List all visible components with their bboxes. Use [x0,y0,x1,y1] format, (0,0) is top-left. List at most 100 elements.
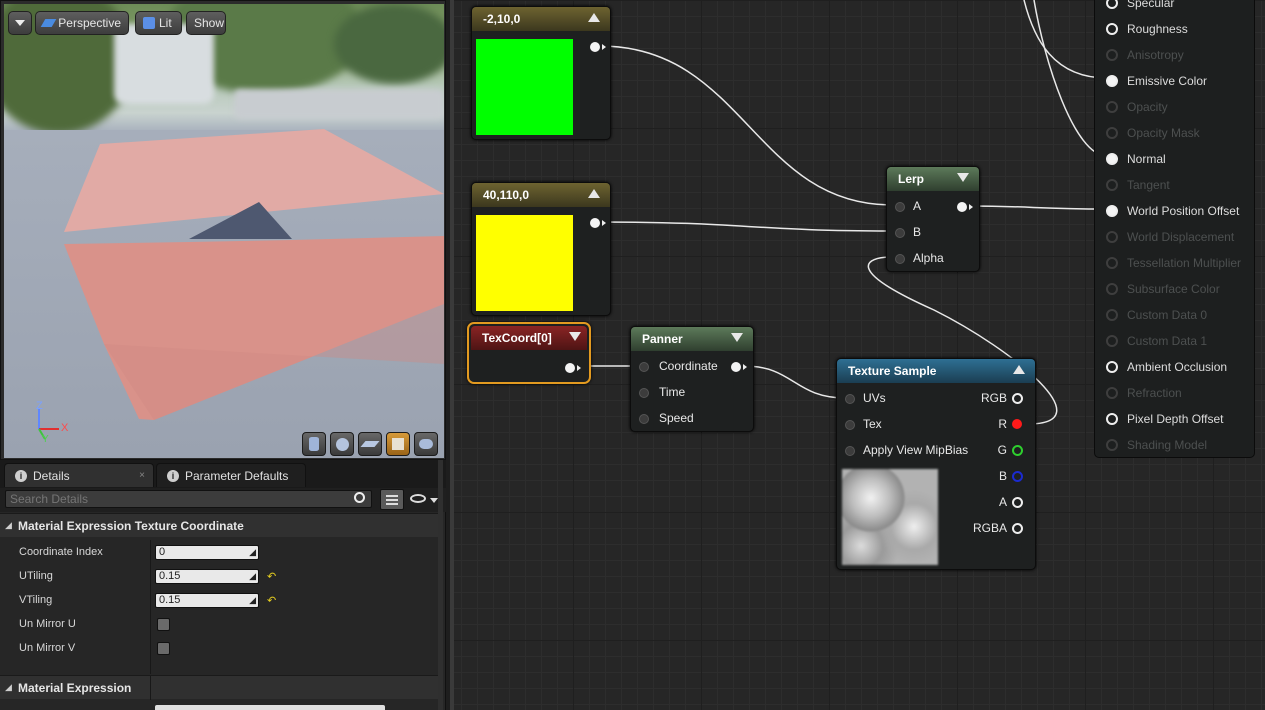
input-pin-mipbias[interactable] [845,446,855,456]
pin-icon[interactable] [1106,413,1118,425]
reset-to-default-icon[interactable]: ↶ [267,570,276,583]
lit-button[interactable]: Lit [135,11,182,35]
pin-icon[interactable] [1106,439,1118,451]
pin-icon[interactable] [1106,101,1118,113]
result-pin-world-displacement[interactable]: World Displacement [1106,229,1234,245]
input-pin-tex[interactable] [845,420,855,430]
chevron-down-icon[interactable] [430,498,438,503]
un-mirror-u-checkbox[interactable] [157,617,170,631]
panner-node[interactable]: Panner Coordinate Time Speed [630,326,754,432]
node-header[interactable]: -2,10,0 [472,7,610,31]
lerp-node[interactable]: Lerp A B Alpha [886,166,980,272]
pin-icon[interactable] [1106,283,1118,295]
desc-field[interactable] [155,705,385,710]
reset-to-default-icon[interactable]: ↶ [267,594,276,607]
input-pin-coordinate[interactable] [639,362,649,372]
output-pin[interactable] [590,218,600,228]
output-pin[interactable] [731,362,741,372]
input-pin-a[interactable] [895,202,905,212]
property-matrix-button[interactable] [380,489,404,510]
collapse-arrow-icon[interactable] [957,173,969,182]
result-pin-opacity-mask[interactable]: Opacity Mask [1106,125,1200,141]
input-pin-speed[interactable] [639,414,649,424]
input-pin-b[interactable] [895,228,905,238]
result-pin-anisotropy[interactable]: Anisotropy [1106,47,1184,63]
pin-icon[interactable] [1106,335,1118,347]
constant3-node-green[interactable]: -2,10,0 [471,6,611,140]
result-pin-specular[interactable]: Specular [1106,0,1174,11]
input-pin-time[interactable] [639,388,649,398]
show-button[interactable]: Show [186,11,226,35]
category-material-expression[interactable]: ◢ Material Expression [0,675,442,700]
pin-icon[interactable] [1106,231,1118,243]
output-pin-rgba[interactable] [1012,523,1023,534]
result-pin-ambient-occlusion[interactable]: Ambient Occlusion [1106,359,1227,375]
node-header[interactable]: Texture Sample [837,359,1035,383]
node-header[interactable]: 40,110,0 [472,183,610,207]
result-pin-roughness[interactable]: Roughness [1106,21,1188,37]
output-pin-g[interactable] [1012,445,1023,456]
result-pin-tessellation-multiplier[interactable]: Tessellation Multiplier [1106,255,1241,271]
output-pin[interactable] [565,363,575,373]
pin-icon[interactable] [1106,0,1118,9]
coordinate-index-field[interactable]: 0 ◢ [155,544,259,560]
viewport-options-button[interactable] [8,11,32,35]
texcoord-node[interactable]: TexCoord[0] [467,322,591,384]
scrollbar[interactable] [438,460,443,710]
node-header[interactable]: TexCoord[0] [471,326,587,350]
vtiling-field[interactable]: 0.15 ◢ [155,592,259,608]
search-icon[interactable] [354,492,365,503]
pin-icon[interactable] [1106,257,1118,269]
output-pin-b[interactable] [1012,471,1023,482]
search-details-input[interactable] [5,490,372,508]
result-pin-world-position-offset[interactable]: World Position Offset [1106,203,1239,219]
eye-icon[interactable] [410,494,426,503]
result-pin-normal[interactable]: Normal [1106,151,1166,167]
pin-icon[interactable] [1106,179,1118,191]
pin-icon[interactable] [1106,127,1118,139]
collapse-arrow-icon[interactable] [1013,365,1025,374]
result-pin-opacity[interactable]: Opacity [1106,99,1168,115]
pin-icon[interactable] [1106,387,1118,399]
close-icon[interactable]: × [139,470,145,481]
utiling-field[interactable]: 0.15 ◢ [155,568,259,584]
preview-mesh-button[interactable] [414,432,438,456]
preview-cylinder-button[interactable] [302,432,326,456]
collapse-arrow-icon[interactable] [588,13,600,22]
pin-icon[interactable] [1106,49,1118,61]
preview-cube-button[interactable] [386,432,410,456]
result-pin-refraction[interactable]: Refraction [1106,385,1182,401]
texture-sample-node[interactable]: Texture Sample UVs Tex Apply View MipBia… [836,358,1036,570]
preview-plane-button[interactable] [358,432,382,456]
node-header[interactable]: Lerp [887,167,979,191]
result-pin-custom-data-1[interactable]: Custom Data 1 [1106,333,1207,349]
perspective-button[interactable]: Perspective [35,11,129,35]
output-pin[interactable] [957,202,967,212]
category-texture-coordinate[interactable]: ◢ Material Expression Texture Coordinate [0,513,442,537]
result-pin-subsurface-color[interactable]: Subsurface Color [1106,281,1220,297]
pin-icon[interactable] [1106,23,1118,35]
preview-viewport[interactable]: Perspective Lit Show Z X Y [0,0,446,460]
material-result-node[interactable]: Specular Roughness Anisotropy Emissive Colo… [1094,0,1255,458]
preview-sphere-button[interactable] [330,432,354,456]
tab-parameter-defaults[interactable]: i Parameter Defaults [156,463,306,487]
result-pin-tangent[interactable]: Tangent [1106,177,1170,193]
pin-icon[interactable] [1106,153,1118,165]
collapse-arrow-icon[interactable] [569,332,581,341]
constant3-node-yellow[interactable]: 40,110,0 [471,182,611,316]
viewport-scene[interactable]: Perspective Lit Show Z X Y [4,4,444,458]
material-graph[interactable]: -2,10,0 40,110,0 TexCoord[0] Panner Coor… [450,0,1265,710]
collapse-arrow-icon[interactable] [731,333,743,342]
un-mirror-v-checkbox[interactable] [157,641,170,655]
result-pin-pixel-depth-offset[interactable]: Pixel Depth Offset [1106,411,1224,427]
output-pin-a[interactable] [1012,497,1023,508]
pin-icon[interactable] [1106,309,1118,321]
pin-icon[interactable] [1106,75,1118,87]
input-pin-uvs[interactable] [845,394,855,404]
result-pin-custom-data-0[interactable]: Custom Data 0 [1106,307,1207,323]
pin-icon[interactable] [1106,361,1118,373]
collapse-arrow-icon[interactable] [588,189,600,198]
output-pin-r[interactable] [1012,419,1022,429]
pin-icon[interactable] [1106,205,1118,217]
node-header[interactable]: Panner [631,327,753,351]
